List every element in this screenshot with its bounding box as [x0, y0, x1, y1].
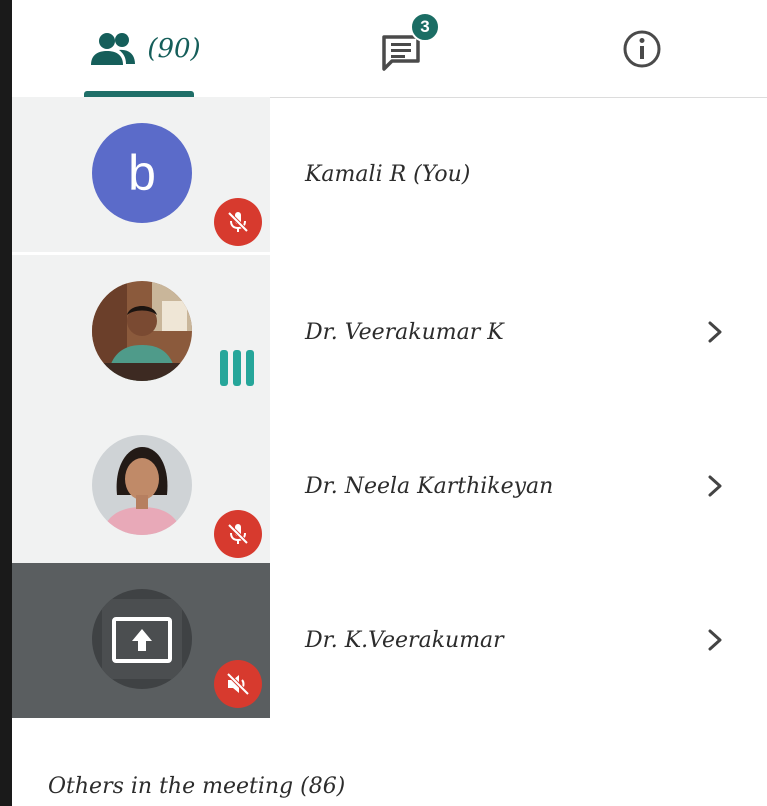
participant-name: Dr. Veerakumar K: [305, 320, 504, 345]
participant-row[interactable]: Dr. Veerakumar K: [12, 255, 767, 410]
mic-off-icon: [227, 523, 249, 545]
mic-off-icon: [227, 211, 249, 233]
info-icon: [623, 30, 661, 67]
others-in-meeting-header: Others in the meeting (86): [48, 774, 346, 799]
participant-name: Dr. K.Veerakumar: [305, 628, 504, 653]
audio-muted-badge: [214, 660, 262, 708]
unread-badge: 3: [410, 12, 440, 42]
avatar-photo: [92, 589, 192, 689]
avatar: b: [92, 123, 192, 223]
participant-row[interactable]: Dr. Neela Karthikeyan: [12, 409, 767, 564]
tab-people[interactable]: (90): [84, 0, 206, 97]
tab-bar: (90) 3: [12, 0, 767, 98]
mic-muted-badge: [214, 510, 262, 558]
people-icon: [91, 32, 136, 65]
chevron-right-icon[interactable]: [700, 625, 730, 655]
speaking-indicator-icon: [220, 350, 254, 386]
participant-count: (90): [147, 33, 201, 64]
avatar-photo: [92, 281, 192, 381]
participant-row[interactable]: Dr. K.Veerakumar: [12, 563, 767, 718]
tab-info[interactable]: [607, 0, 677, 97]
participant-tile-presenting: [12, 563, 270, 718]
mic-muted-badge: [214, 198, 262, 246]
chevron-right-icon[interactable]: [700, 471, 730, 501]
left-edge: [0, 0, 12, 806]
participant-name: Dr. Neela Karthikeyan: [305, 474, 554, 499]
participant-name: Kamali R (You): [305, 162, 471, 187]
volume-off-icon: [226, 672, 250, 696]
participant-tile: [12, 255, 270, 410]
participant-row[interactable]: b Kamali R (You): [12, 97, 767, 252]
chevron-right-icon[interactable]: [700, 317, 730, 347]
avatar-photo: [92, 435, 192, 535]
participant-tile: [12, 409, 270, 564]
participant-tile: b: [12, 97, 270, 252]
tab-chat[interactable]: 3: [357, 0, 447, 97]
